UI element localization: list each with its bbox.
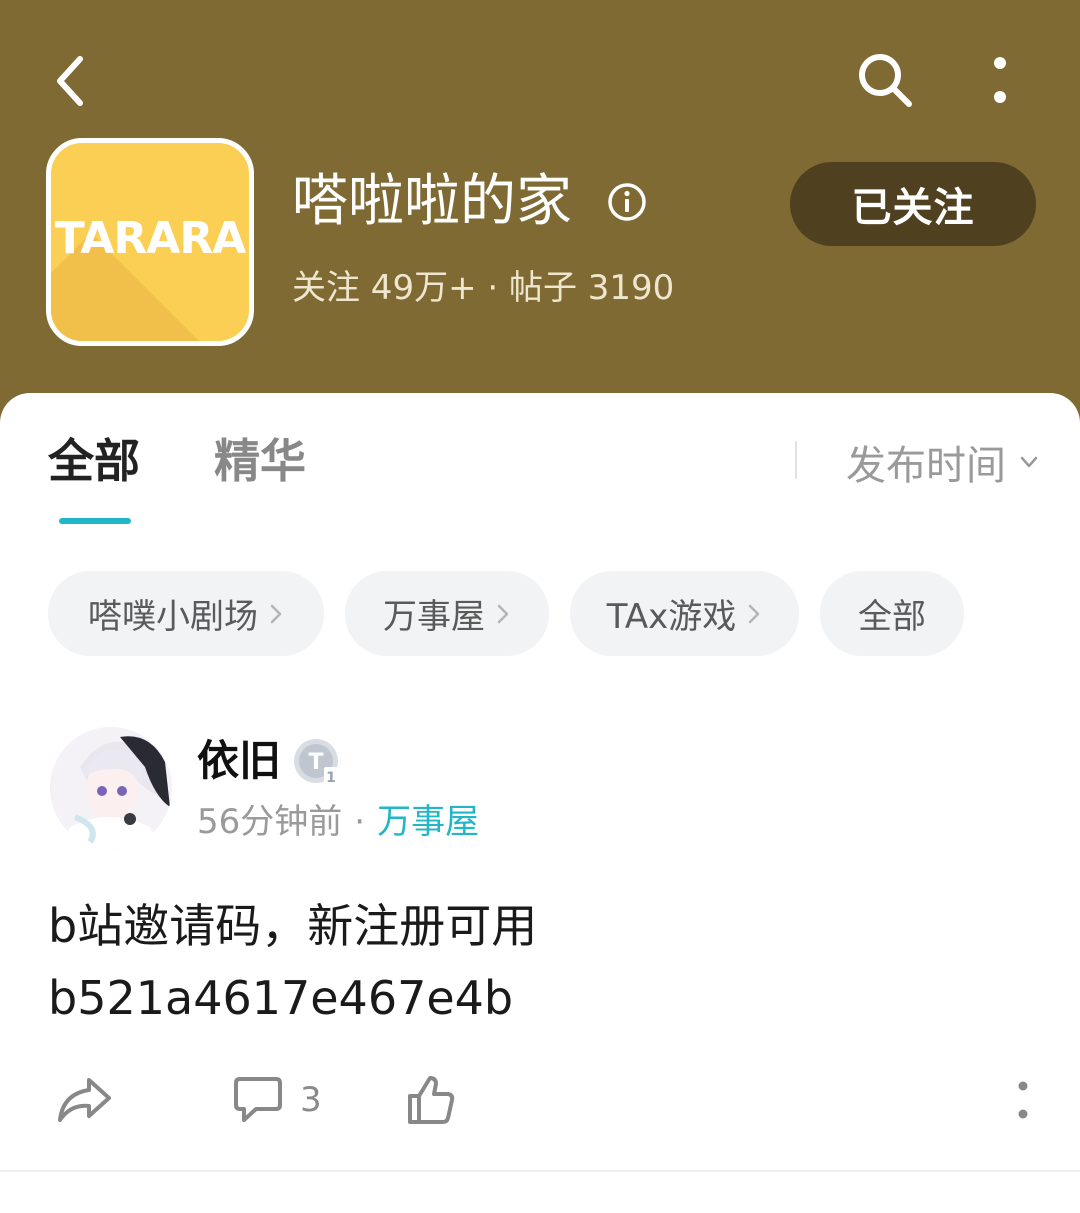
chip-label: 全部	[858, 597, 926, 637]
author-name[interactable]: 依旧	[197, 733, 281, 789]
forum-header: TARARA 嗒啦啦的家 关注 49万+ · 帖子 3190 已关注	[0, 0, 1080, 420]
level-badge-icon: T 1	[294, 739, 338, 786]
comment-button[interactable]: 3	[232, 1068, 322, 1132]
post-divider	[0, 1170, 1080, 1172]
follow-button[interactable]: 已关注	[790, 162, 1036, 246]
tab-all[interactable]: 全部	[48, 430, 140, 492]
post-more-button[interactable]	[1006, 1068, 1040, 1132]
share-icon	[58, 1078, 111, 1122]
sort-divider	[795, 441, 797, 479]
forum-stats: 关注 49万+ · 帖子 3190	[292, 268, 675, 308]
post-category-link[interactable]: 万事屋	[377, 802, 479, 842]
chip-theater[interactable]: 嗒噗小剧场	[48, 571, 324, 656]
more-vertical-icon	[994, 57, 1006, 103]
forum-title: 嗒啦啦的家	[292, 169, 572, 234]
more-vertical-icon	[1018, 1081, 1028, 1119]
sort-dropdown[interactable]: 发布时间	[846, 432, 1040, 492]
more-options-button[interactable]	[970, 45, 1030, 115]
active-tab-indicator	[59, 518, 131, 524]
chip-tax-games[interactable]: TAx游戏	[570, 571, 799, 656]
chevron-down-icon	[1020, 456, 1038, 468]
thumbs-up-icon	[408, 1076, 455, 1124]
like-button[interactable]	[406, 1068, 456, 1132]
chevron-right-icon	[497, 604, 509, 623]
back-button[interactable]	[40, 48, 100, 114]
avatar-illustration	[50, 727, 172, 849]
chip-all[interactable]: 全部	[820, 571, 964, 656]
svg-text:T: T	[308, 750, 323, 775]
post-text-line: b站邀请码，新注册可用	[48, 899, 538, 953]
search-button[interactable]	[850, 45, 920, 115]
forum-logo: TARARA	[46, 138, 254, 346]
post-text-line: b521a4617e467e4b	[48, 971, 514, 1025]
forum-page: TARARA 嗒啦啦的家 关注 49万+ · 帖子 3190 已关注 全部 精华…	[0, 0, 1080, 1213]
chevron-right-icon	[270, 604, 282, 623]
chip-wanshiwu[interactable]: 万事屋	[345, 571, 549, 656]
post-meta: 56分钟前 · 万事屋	[197, 798, 479, 846]
avatar[interactable]	[50, 727, 172, 849]
comment-count: 3	[300, 1080, 322, 1120]
share-button[interactable]	[55, 1068, 113, 1132]
search-icon	[859, 54, 912, 107]
chip-label: 嗒噗小剧场	[88, 597, 258, 637]
back-arrow-icon	[57, 56, 83, 106]
post-time: 56分钟前	[197, 802, 343, 842]
chip-label: TAx游戏	[606, 597, 737, 637]
chevron-right-icon	[749, 604, 760, 623]
comment-icon	[234, 1077, 282, 1122]
chip-label: 万事屋	[383, 597, 485, 637]
meta-separator: ·	[354, 802, 366, 842]
sort-label: 发布时间	[846, 443, 1006, 489]
post-body[interactable]: b站邀请码，新注册可用 b521a4617e467e4b	[48, 890, 537, 1034]
tab-featured[interactable]: 精华	[214, 430, 306, 492]
info-icon[interactable]	[607, 182, 647, 222]
svg-text:1: 1	[326, 770, 336, 786]
logo-text: TARARA	[54, 213, 247, 264]
